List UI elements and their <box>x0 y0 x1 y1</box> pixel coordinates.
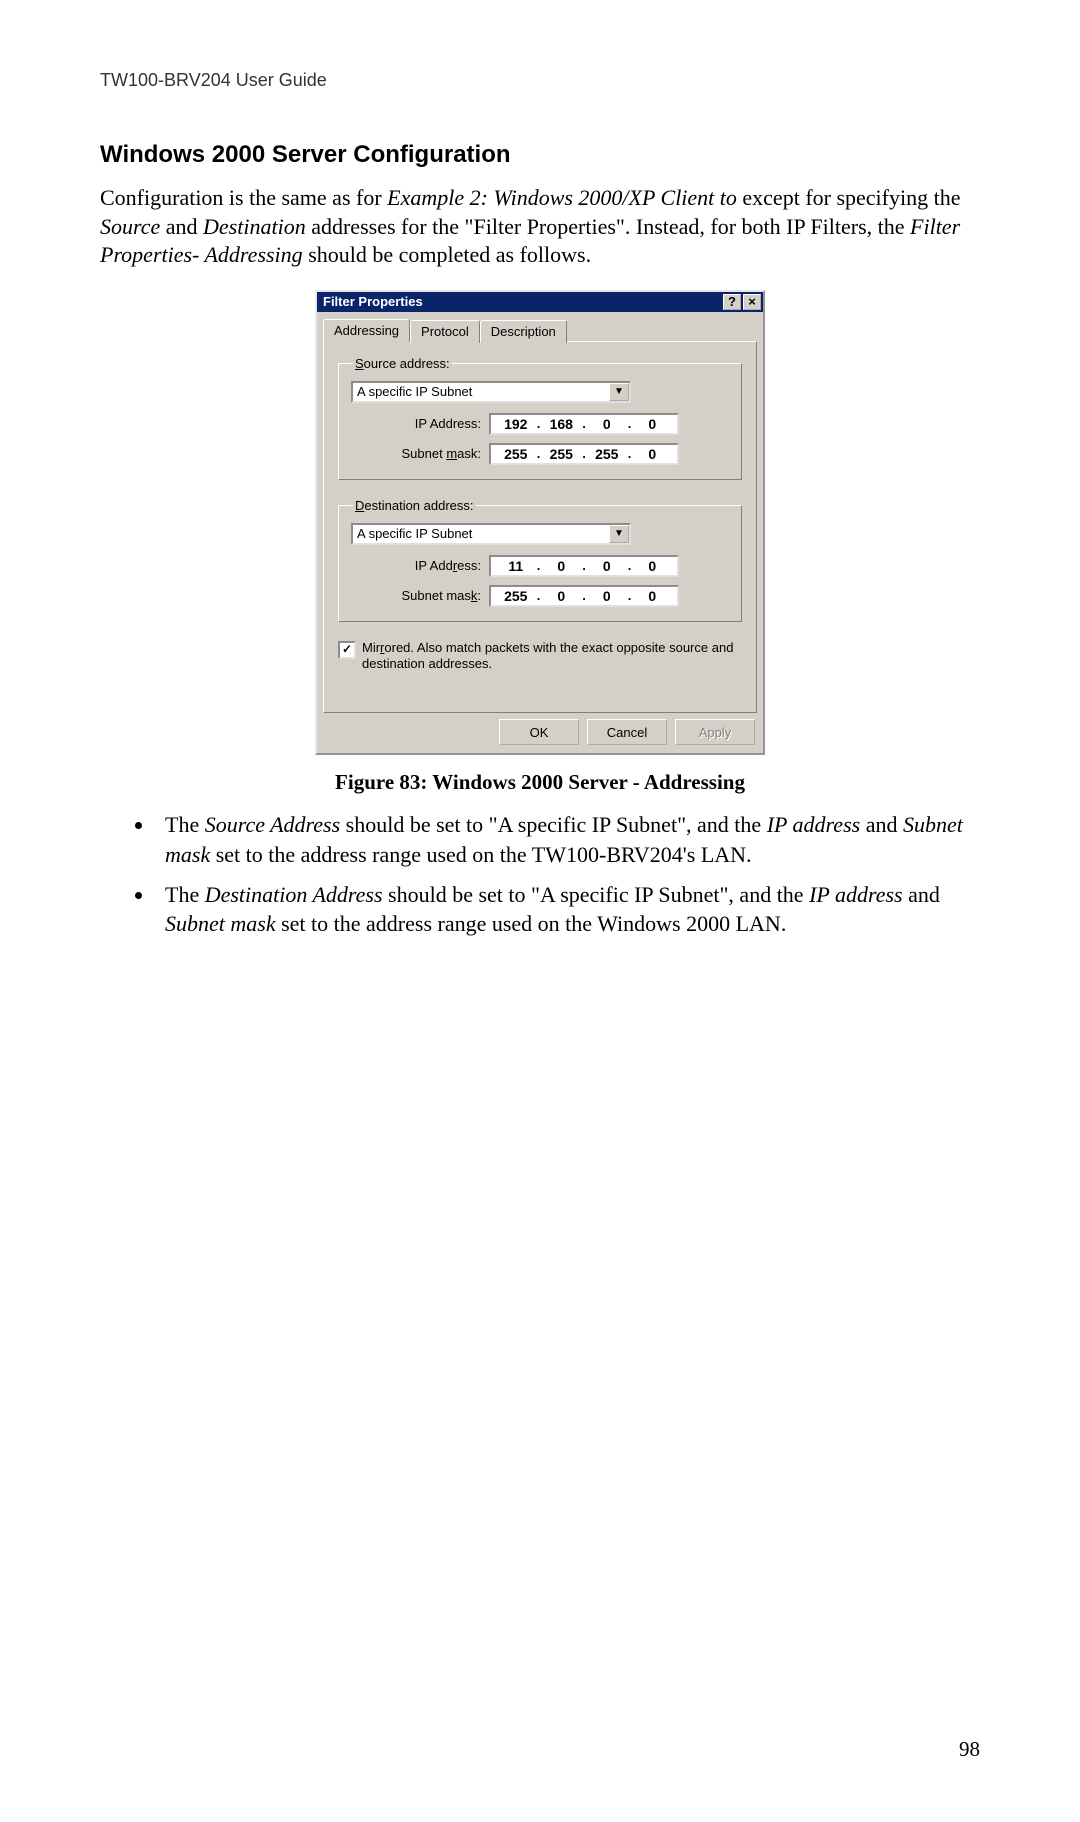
ip-octet[interactable]: 255 <box>543 446 581 462</box>
apply-button: Apply <box>675 719 755 745</box>
source-mask-row: Subnet mask: 255. 255. 255. 0 <box>351 443 729 465</box>
ip-octet[interactable]: 0 <box>634 588 672 604</box>
tabs-row: Addressing Protocol Description <box>317 318 763 341</box>
source-dropdown[interactable]: A specific IP Subnet ▼ <box>351 381 631 403</box>
intro-text: addresses for the "Filter Properties". I… <box>306 214 910 239</box>
ip-octet[interactable]: 255 <box>497 588 535 604</box>
ip-octet[interactable]: 0 <box>588 416 626 432</box>
ip-octet[interactable]: 0 <box>588 558 626 574</box>
ip-octet[interactable]: 0 <box>634 416 672 432</box>
source-ip-row: IP Address: 192. 168. 0. 0 <box>351 413 729 435</box>
tab-page-addressing: Source address: A specific IP Subnet ▼ I… <box>323 341 757 714</box>
list-item: The Destination Address should be set to… <box>155 880 980 939</box>
filter-properties-dialog: Filter Properties ? × Addressing Protoco… <box>315 290 765 756</box>
dest-mask-input[interactable]: 255. 0. 0. 0 <box>489 585 679 607</box>
ip-octet[interactable]: 255 <box>588 446 626 462</box>
dest-dropdown-value: A specific IP Subnet <box>353 525 609 543</box>
ip-octet[interactable]: 192 <box>497 416 535 432</box>
close-button[interactable]: × <box>743 294 761 310</box>
ip-octet[interactable]: 0 <box>634 558 672 574</box>
intro-source: Source <box>100 214 160 239</box>
help-button[interactable]: ? <box>723 294 741 310</box>
chevron-down-icon[interactable]: ▼ <box>609 383 629 401</box>
source-address-group: Source address: A specific IP Subnet ▼ I… <box>338 356 742 480</box>
ok-button[interactable]: OK <box>499 719 579 745</box>
dialog-figure-wrap: Filter Properties ? × Addressing Protoco… <box>100 290 980 756</box>
list-item: The Source Address should be set to "A s… <box>155 810 980 869</box>
intro-text: except for specifying the <box>737 185 961 210</box>
chevron-down-icon[interactable]: ▼ <box>609 525 629 543</box>
source-legend: Source address: <box>353 356 452 371</box>
source-dropdown-value: A specific IP Subnet <box>353 383 609 401</box>
destination-address-group: Destination address: A specific IP Subne… <box>338 498 742 622</box>
cancel-button[interactable]: Cancel <box>587 719 667 745</box>
ip-octet[interactable]: 168 <box>543 416 581 432</box>
ip-octet[interactable]: 0 <box>634 446 672 462</box>
ip-octet[interactable]: 255 <box>497 446 535 462</box>
document-page: TW100-BRV204 User Guide Windows 2000 Ser… <box>0 0 1080 1822</box>
instruction-list: The Source Address should be set to "A s… <box>100 810 980 939</box>
source-mask-input[interactable]: 255. 255. 255. 0 <box>489 443 679 465</box>
titlebar-buttons: ? × <box>723 294 761 310</box>
source-mask-label: Subnet mask: <box>351 446 489 461</box>
dialog-titlebar: Filter Properties ? × <box>317 292 763 312</box>
dialog-title: Filter Properties <box>323 294 423 309</box>
dialog-button-row: OK Cancel Apply <box>317 713 763 753</box>
source-ip-label: IP Address: <box>351 416 489 431</box>
header-guide: TW100-BRV204 User Guide <box>100 70 980 91</box>
tab-protocol[interactable]: Protocol <box>410 320 480 343</box>
intro-text: should be completed as follows. <box>303 242 591 267</box>
ip-octet[interactable]: 0 <box>543 558 581 574</box>
dest-dropdown[interactable]: A specific IP Subnet ▼ <box>351 523 631 545</box>
ip-octet[interactable]: 0 <box>588 588 626 604</box>
dest-ip-input[interactable]: 11. 0. 0. 0 <box>489 555 679 577</box>
figure-caption: Figure 83: Windows 2000 Server - Address… <box>100 770 980 795</box>
intro-ex-ref: Example 2: Windows 2000/XP Client to <box>387 185 737 210</box>
mirrored-label: Mirrored. Also match packets with the ex… <box>362 640 742 673</box>
intro-paragraph: Configuration is the same as for Example… <box>100 184 980 270</box>
intro-text: Configuration is the same as for <box>100 185 387 210</box>
ip-octet[interactable]: 0 <box>543 588 581 604</box>
mirrored-checkbox[interactable]: ✓ <box>338 641 356 659</box>
ip-octet[interactable]: 11 <box>497 558 535 574</box>
mirrored-row: ✓ Mirrored. Also match packets with the … <box>338 640 742 673</box>
tab-addressing[interactable]: Addressing <box>323 319 410 342</box>
source-ip-input[interactable]: 192. 168. 0. 0 <box>489 413 679 435</box>
intro-destination: Destination <box>203 214 306 239</box>
dest-ip-row: IP Address: 11. 0. 0. 0 <box>351 555 729 577</box>
dest-ip-label: IP Address: <box>351 558 489 573</box>
dest-legend: Destination address: <box>353 498 476 513</box>
intro-text: and <box>160 214 203 239</box>
page-number: 98 <box>959 1737 980 1762</box>
dest-mask-row: Subnet mask: 255. 0. 0. 0 <box>351 585 729 607</box>
tab-description[interactable]: Description <box>480 320 567 343</box>
section-title: Windows 2000 Server Configuration <box>100 141 980 169</box>
dest-mask-label: Subnet mask: <box>351 588 489 603</box>
